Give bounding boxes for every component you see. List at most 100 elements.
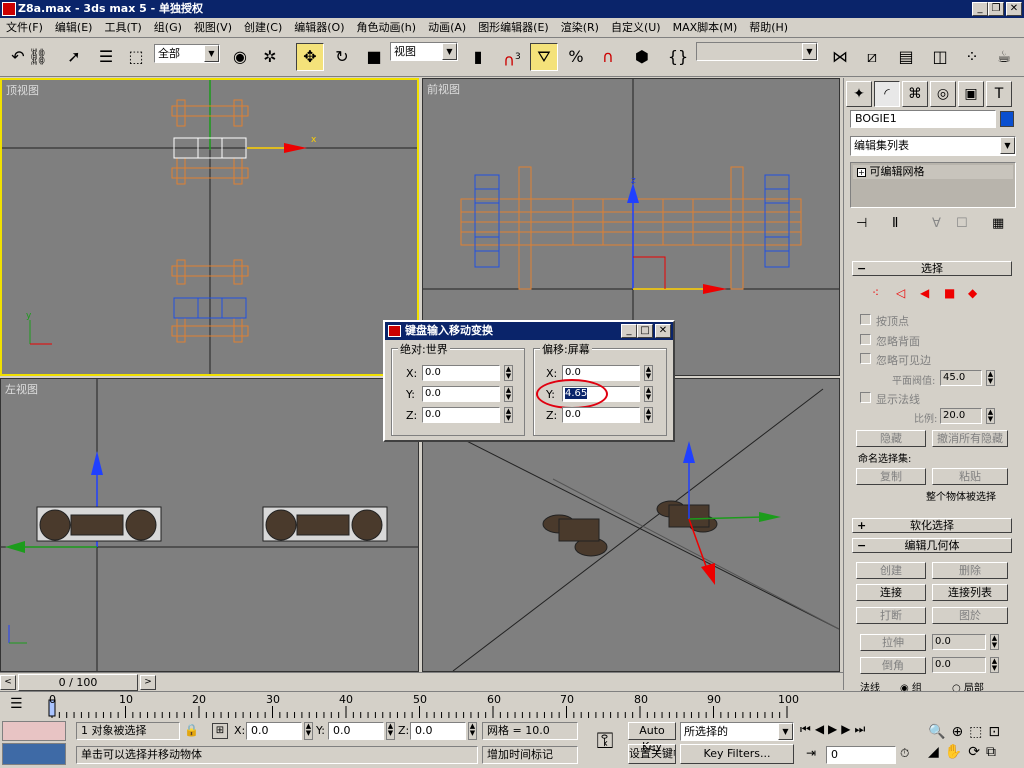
link-icon[interactable]: ⛓ xyxy=(24,43,52,71)
rollout-edit-geometry[interactable]: − 编辑几何体 xyxy=(852,538,1012,553)
field-of-view-icon[interactable]: ◢ xyxy=(928,744,945,760)
menu-graph-editors[interactable]: 图形编辑器(E) xyxy=(472,18,555,38)
mirror-icon[interactable]: ⋈ xyxy=(826,43,854,71)
select-by-name-icon[interactable]: ☰ xyxy=(92,43,120,71)
extrude-button[interactable]: 拉伸 xyxy=(860,634,926,651)
close-button[interactable]: ✕ xyxy=(1006,2,1022,16)
spinner-snap-icon[interactable]: ∩ xyxy=(594,43,622,71)
remove-modifier-icon[interactable]: ☐ xyxy=(956,216,968,231)
status-y-spinner[interactable]: ▲ ▼ xyxy=(386,722,395,740)
detach-button[interactable]: 图於 xyxy=(932,607,1008,624)
status-x-field[interactable]: 0.0 xyxy=(246,722,302,740)
modifier-list-combo[interactable]: 编辑集列表 ▼ xyxy=(850,136,1016,156)
copy-button[interactable]: 复制 xyxy=(856,468,926,485)
stack-item[interactable]: + 可编辑网格 xyxy=(853,165,1013,179)
show-end-result-icon[interactable]: Ⅱ xyxy=(892,216,898,231)
zoom-extents-all-icon[interactable]: ⊡ xyxy=(988,724,1006,740)
tab-utilities-icon[interactable]: T xyxy=(986,81,1012,107)
dialog-close-button[interactable]: ✕ xyxy=(655,324,671,338)
off-x-spinner[interactable]: ▲ ▼ xyxy=(644,365,653,381)
tab-motion-icon[interactable]: ◎ xyxy=(930,81,956,107)
chamfer-field[interactable]: 0.0 xyxy=(932,657,986,673)
goto-start-icon[interactable]: ⏮ xyxy=(800,722,815,736)
menu-file[interactable]: 文件(F) xyxy=(0,18,49,38)
menu-rendering[interactable]: 渲染(R) xyxy=(555,18,605,38)
menu-modifiers[interactable]: 编辑器(O) xyxy=(288,18,350,38)
viewport-left[interactable]: 左视图 xyxy=(0,378,419,672)
extrude-spinner[interactable]: ▲ ▼ xyxy=(990,634,999,650)
next-key-icon[interactable]: ▶ xyxy=(841,722,854,736)
tab-display-icon[interactable]: ▣ xyxy=(958,81,984,107)
expand-icon[interactable]: + xyxy=(857,168,866,177)
vertex-icon[interactable]: ⁖ xyxy=(872,286,879,300)
menu-edit[interactable]: 编辑(E) xyxy=(49,18,99,38)
maxscript-mini-output[interactable] xyxy=(2,743,66,765)
set-key-icon[interactable]: ⚿ xyxy=(586,727,624,757)
paste-button[interactable]: 粘贴 xyxy=(932,468,1008,485)
minimize-button[interactable]: _ xyxy=(972,2,988,16)
maxscript-listener-mini[interactable] xyxy=(2,721,66,741)
attach-list-button[interactable]: 连接列表 xyxy=(932,584,1008,601)
menu-maxscript[interactable]: MAX脚本(M) xyxy=(667,18,744,38)
abs-y-spinner[interactable]: ▲ ▼ xyxy=(504,386,513,402)
selection-filter-combo[interactable]: 全部 ▼ xyxy=(154,44,220,63)
current-frame-field[interactable]: 0 xyxy=(826,746,896,764)
normal-scale-field[interactable]: 20.0 xyxy=(940,408,982,424)
key-filter-combo[interactable]: 所选择的 ▼ xyxy=(680,722,794,741)
play-icon[interactable]: ▶ xyxy=(828,722,841,736)
status-x-spinner[interactable]: ▲ ▼ xyxy=(304,722,313,740)
dialog-maximize-button[interactable]: □ xyxy=(637,324,653,338)
menu-animation[interactable]: 动画(A) xyxy=(422,18,472,38)
angle-snap-icon[interactable]: ⛛ xyxy=(530,43,558,71)
break-button[interactable]: 打断 xyxy=(856,607,926,624)
abs-z-spinner[interactable]: ▲ ▼ xyxy=(504,407,513,423)
element-icon[interactable]: ◆ xyxy=(968,286,977,300)
snap-toggle-icon[interactable]: ∩3 xyxy=(498,43,526,71)
select-manipulate-icon[interactable]: ✲ xyxy=(256,43,284,71)
zoom-all-icon[interactable]: ⊕ xyxy=(951,724,969,740)
curve-editor-icon[interactable]: ◫ xyxy=(926,43,954,71)
ref-coord-combo[interactable]: 视图 ▼ xyxy=(390,42,458,61)
ignore-backfacing-checkbox[interactable] xyxy=(860,334,871,345)
auto-key-button[interactable]: Auto Key xyxy=(628,722,676,753)
named-sel-combo[interactable]: ▼ xyxy=(696,42,818,61)
chamfer-button[interactable]: 倒角 xyxy=(860,657,926,674)
configure-sets-icon[interactable]: ▦ xyxy=(992,216,1004,231)
menu-character[interactable]: 角色动画(h) xyxy=(351,18,423,38)
add-time-tag[interactable]: 增加时间标记 xyxy=(482,746,578,764)
rollout-soft-selection[interactable]: + 软化选择 xyxy=(852,518,1012,533)
off-z-field[interactable]: 0.0 xyxy=(562,407,640,423)
absolute-mode-icon[interactable]: ⊞ xyxy=(212,723,228,739)
delete-button[interactable]: 删除 xyxy=(932,562,1008,579)
pan-icon[interactable]: ✋ xyxy=(945,744,968,760)
key-mode-icon[interactable]: ⇥ xyxy=(806,746,816,760)
timeline[interactable]: ☰ 0 10 20 30 40 50 60 70 80 90 100 xyxy=(0,691,1024,719)
edge-icon[interactable]: ◁ xyxy=(896,286,905,300)
status-y-field[interactable]: 0.0 xyxy=(328,722,384,740)
render-icon[interactable]: ☕ xyxy=(990,43,1018,71)
pin-stack-icon[interactable]: ⊣ xyxy=(856,216,867,231)
zoom-extents-icon[interactable]: ⬚ xyxy=(969,724,988,740)
show-normals-checkbox[interactable] xyxy=(860,392,871,403)
extrude-field[interactable]: 0.0 xyxy=(932,634,986,650)
select-window-icon[interactable]: ◉ xyxy=(226,43,254,71)
planar-thresh-field[interactable]: 45.0 xyxy=(940,370,982,386)
planar-thresh-spinner[interactable]: ▲ ▼ xyxy=(986,370,995,386)
material-editor-icon[interactable]: ⁘ xyxy=(958,43,986,71)
tab-hierarchy-icon[interactable]: ⌘ xyxy=(902,81,928,107)
track-bar-icon[interactable]: ☰ xyxy=(10,696,23,712)
select-object-icon[interactable]: ➚ xyxy=(60,43,88,71)
tab-create-icon[interactable]: ✦ xyxy=(846,81,872,107)
hide-button[interactable]: 隐藏 xyxy=(856,430,926,447)
prev-frame-button[interactable]: < xyxy=(0,675,16,690)
unhide-all-button[interactable]: 撤消所有隐藏 xyxy=(932,430,1008,447)
rotate-icon[interactable]: ↻ xyxy=(328,43,356,71)
pivot-icon[interactable]: ▮ xyxy=(464,43,492,71)
status-z-spinner[interactable]: ▲ ▼ xyxy=(468,722,477,740)
next-frame-button[interactable]: > xyxy=(140,675,156,690)
layer-manager-icon[interactable]: ▤ xyxy=(892,43,920,71)
named-selection-icon[interactable]: ⬢ xyxy=(628,43,656,71)
menu-create[interactable]: 创建(C) xyxy=(238,18,288,38)
by-vertex-checkbox[interactable] xyxy=(860,314,871,325)
attach-button[interactable]: 连接 xyxy=(856,584,926,601)
